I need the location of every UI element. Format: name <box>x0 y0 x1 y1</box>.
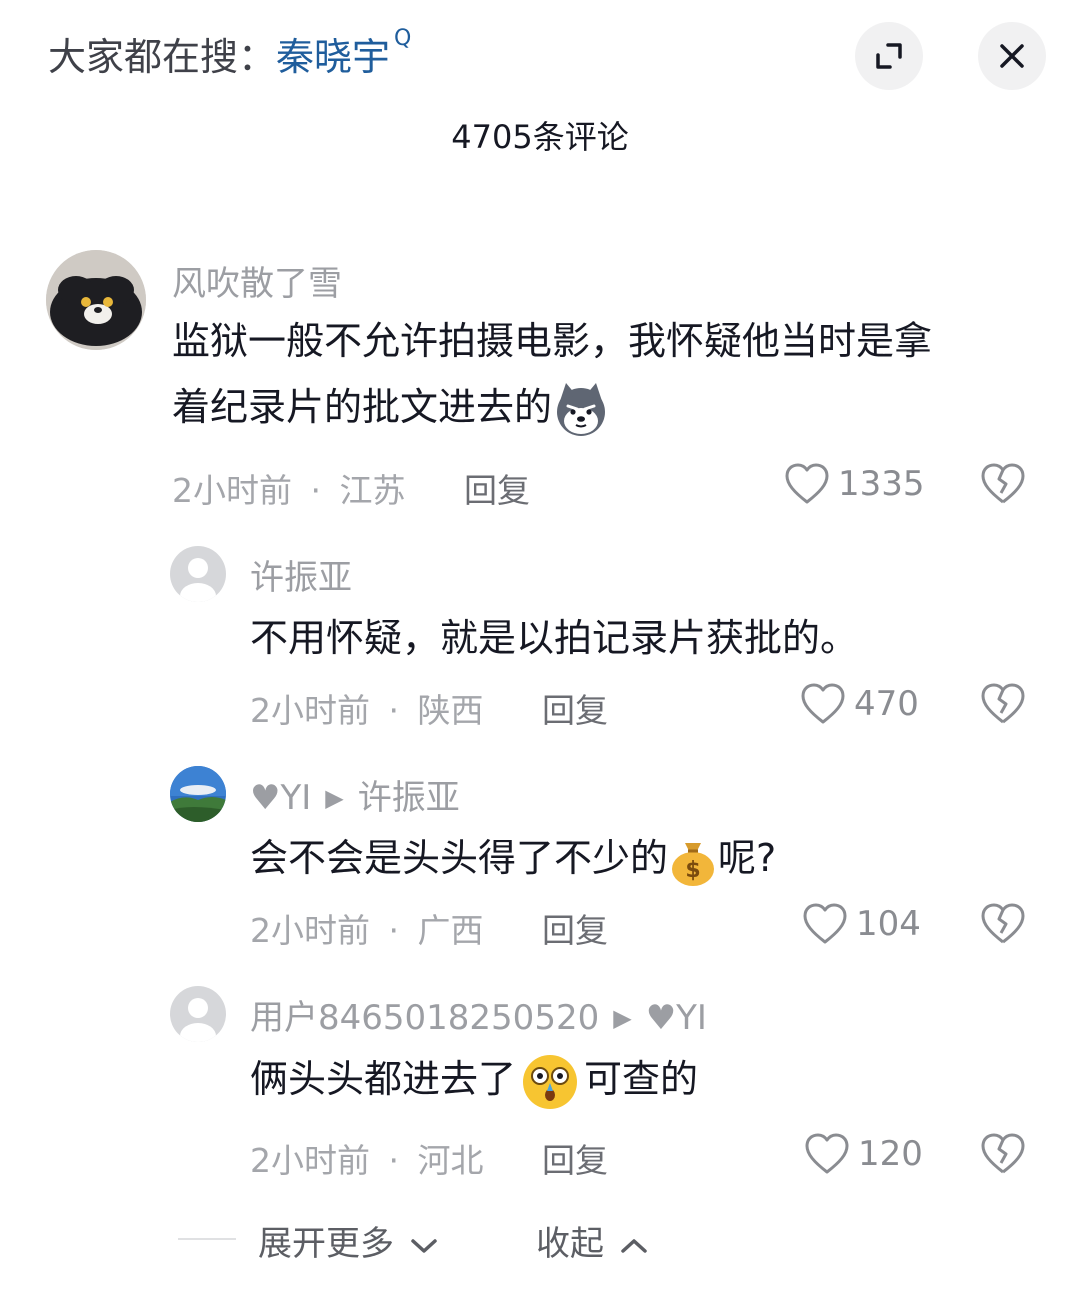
search-term-text: 秦晓宇 <box>276 35 391 79</box>
surprised-face-emoji-icon <box>523 1054 578 1109</box>
comment-time: 2小时前 <box>250 911 370 950</box>
comment-text-part: 呢? <box>718 836 777 880</box>
heart-outline-icon <box>805 1133 849 1174</box>
reply-button[interactable]: 回复 <box>542 911 608 950</box>
money-bag-emoji-icon: $ <box>672 842 715 886</box>
close-icon <box>1000 44 1024 68</box>
comment-text: 不用怀疑，就是以拍记录片获批的。 <box>250 616 859 660</box>
meta-separator: · <box>388 911 400 950</box>
avatar[interactable] <box>170 766 226 822</box>
heart-outline-icon <box>803 903 847 944</box>
chevron-up-icon <box>621 1238 647 1253</box>
search-suggestion[interactable]: 大家都在搜：秦晓宇 Q <box>48 26 411 81</box>
reply-arrow-icon: ▶ <box>613 1004 632 1032</box>
comment-username[interactable]: 许振亚 <box>250 550 352 599</box>
expand-more-button[interactable]: 展开更多 <box>258 1216 439 1265</box>
reply-button[interactable]: 回复 <box>542 1141 608 1180</box>
comment-time: 2小时前 <box>250 1141 370 1180</box>
like-count: 104 <box>856 904 921 944</box>
like-button[interactable]: 120 <box>804 1132 923 1176</box>
broken-heart-icon <box>981 683 1025 724</box>
comment-time: 2小时前 <box>250 691 370 730</box>
comment-meta: 2小时前 · 江苏 回复 <box>172 464 530 512</box>
comment-location: 江苏 <box>339 471 406 510</box>
svg-text:$: $ <box>685 858 700 883</box>
comment-location: 陕西 <box>417 691 484 730</box>
comment-text-part: 可查的 <box>584 1057 699 1101</box>
like-button[interactable]: 104 <box>802 902 921 946</box>
comment-text-part: 着纪录片的批文进去的 <box>172 385 553 429</box>
like-count: 1335 <box>838 464 925 504</box>
comment-text-part: 会不会是头头得了不少的 <box>250 836 669 880</box>
dislike-button[interactable] <box>980 902 1026 950</box>
broken-heart-icon <box>981 903 1025 944</box>
like-count: 470 <box>854 684 919 724</box>
close-button[interactable] <box>978 22 1046 90</box>
heart-outline-icon <box>785 463 829 504</box>
comment-meta: 2小时前 · 广西 回复 <box>250 904 608 952</box>
reply-to-username[interactable]: ♥YI <box>646 998 707 1038</box>
dog-avatar-icon <box>46 250 146 350</box>
default-user-icon <box>180 998 216 1042</box>
comment-location: 河北 <box>417 1141 484 1180</box>
search-prefix: 大家都在搜： <box>48 35 277 79</box>
husky-emoji-icon <box>557 382 606 436</box>
comment-text-part: 俩头头都进去了 <box>250 1057 517 1101</box>
heart-outline-icon <box>801 683 845 724</box>
comment-username-line: 用户8465018250520 ▶ ♥YI <box>250 990 707 1039</box>
reply-to-username[interactable]: 许振亚 <box>358 778 460 818</box>
avatar[interactable] <box>170 546 226 602</box>
dislike-button[interactable] <box>980 1132 1026 1180</box>
meta-separator: · <box>310 471 322 510</box>
chevron-down-icon <box>411 1238 437 1253</box>
comment-username[interactable]: 风吹散了雪 <box>172 256 342 305</box>
dislike-button[interactable] <box>980 462 1026 510</box>
broken-heart-icon <box>981 1133 1025 1174</box>
meta-separator: · <box>388 691 400 730</box>
default-user-icon <box>180 558 216 602</box>
comment-username[interactable]: 用户8465018250520 <box>250 998 599 1038</box>
comment-text: 俩头头都进去了 可查的 <box>250 1046 698 1112</box>
broken-heart-icon <box>981 463 1025 504</box>
avatar[interactable] <box>46 250 146 350</box>
fullscreen-button[interactable] <box>855 22 923 90</box>
comment-meta: 2小时前 · 河北 回复 <box>250 1134 608 1182</box>
reply-button[interactable]: 回复 <box>464 471 530 510</box>
comment-meta: 2小时前 · 陕西 回复 <box>250 684 608 732</box>
comment-text: 监狱一般不允许拍摄电影，我怀疑他当时是拿 着纪录片的批文进去的 <box>172 308 1052 440</box>
like-count: 120 <box>858 1134 923 1174</box>
comment-username-line: ♥YI ▶ 许振亚 <box>250 770 460 819</box>
search-icon: Q <box>394 26 412 51</box>
comment-location: 广西 <box>417 911 484 950</box>
comment-count-title: 4705条评论 <box>451 118 629 156</box>
footer-divider <box>178 1238 236 1240</box>
comment-time: 2小时前 <box>172 471 292 510</box>
expand-more-label: 展开更多 <box>258 1224 394 1264</box>
reply-button[interactable]: 回复 <box>542 691 608 730</box>
comment-text: 会不会是头头得了不少的 $ 呢? <box>250 825 776 891</box>
comment-text-line: 着纪录片的批文进去的 <box>172 374 1052 440</box>
landscape-avatar-icon <box>170 766 226 822</box>
comment-username[interactable]: ♥YI <box>250 778 311 818</box>
search-term-link[interactable]: 秦晓宇 Q <box>276 26 411 79</box>
collapse-label: 收起 <box>536 1224 604 1264</box>
meta-separator: · <box>388 1141 400 1180</box>
collapse-button[interactable]: 收起 <box>536 1216 649 1265</box>
like-button[interactable]: 1335 <box>784 462 925 506</box>
reply-arrow-icon: ▶ <box>325 784 344 812</box>
dislike-button[interactable] <box>980 682 1026 730</box>
expand-icon <box>876 43 902 69</box>
like-button[interactable]: 470 <box>800 682 919 726</box>
avatar[interactable] <box>170 986 226 1042</box>
comment-text-line: 监狱一般不允许拍摄电影，我怀疑他当时是拿 <box>172 319 933 363</box>
